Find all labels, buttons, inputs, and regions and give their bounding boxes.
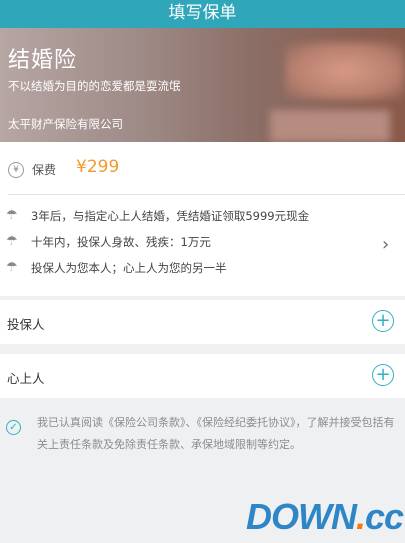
coverage-card[interactable]: ¥ 保费 ¥299 ☂ 3年后，与指定心上人结婚，凭结婚证领取5999元现金 ☂… — [0, 142, 405, 296]
watermark-logo: DOWN.cc — [246, 496, 404, 538]
insurer-name: 太平财产保险有限公司 — [8, 117, 123, 131]
product-slogan: 不以结婚为目的的恋爱都是耍流氓 — [8, 79, 181, 93]
policyholder-label: 投保人 — [7, 317, 45, 332]
add-sweetheart-button[interactable]: + — [372, 364, 394, 386]
product-title: 结婚险 — [8, 48, 78, 73]
policyholder-row[interactable]: 投保人 + — [0, 300, 405, 344]
blurred-area — [270, 110, 390, 142]
yen-icon: ¥ — [8, 162, 24, 178]
premium-value: ¥299 — [76, 157, 120, 177]
coverage-term-text: 十年内，投保人身故、残疾：1万元 — [31, 235, 211, 249]
page-title: 填写保单 — [168, 3, 237, 23]
watermark-dot: . — [355, 496, 366, 537]
watermark-text: DOWN — [246, 496, 357, 537]
watermark-tld: cc — [365, 496, 404, 537]
coverage-term-text: 3年后，与指定心上人结婚，凭结婚证领取5999元现金 — [31, 209, 310, 223]
sweetheart-row[interactable]: 心上人 + — [0, 354, 405, 398]
agreement-text: 我已认真阅读《保险公司条款》、《保险经纪委托协议》，了解并接受包括有关上责任条款… — [37, 416, 395, 451]
add-policyholder-button[interactable]: + — [372, 310, 394, 332]
coverage-term: ☂ 投保人为您本人；心上人为您的另一半 — [0, 258, 380, 278]
umbrella-icon: ☂ — [6, 260, 18, 275]
blurred-area — [285, 42, 405, 100]
agreement-checkbox[interactable]: ✓ — [6, 420, 21, 435]
premium-row: ¥ 保费 ¥299 — [0, 157, 405, 184]
product-banner: 结婚险 不以结婚为目的的恋爱都是耍流氓 太平财产保险有限公司 — [0, 28, 405, 142]
umbrella-icon: ☂ — [6, 208, 18, 223]
coverage-term-text: 投保人为您本人；心上人为您的另一半 — [31, 261, 227, 275]
coverage-term: ☂ 十年内，投保人身故、残疾：1万元 — [0, 232, 380, 252]
umbrella-icon: ☂ — [6, 234, 18, 249]
premium-label: 保费 — [32, 163, 57, 177]
header-bar: 填写保单 — [0, 0, 405, 28]
chevron-right-icon[interactable]: › — [382, 234, 389, 255]
divider — [8, 194, 405, 195]
sweetheart-label: 心上人 — [7, 371, 45, 386]
coverage-term: ☂ 3年后，与指定心上人结婚，凭结婚证领取5999元现金 — [0, 206, 380, 226]
